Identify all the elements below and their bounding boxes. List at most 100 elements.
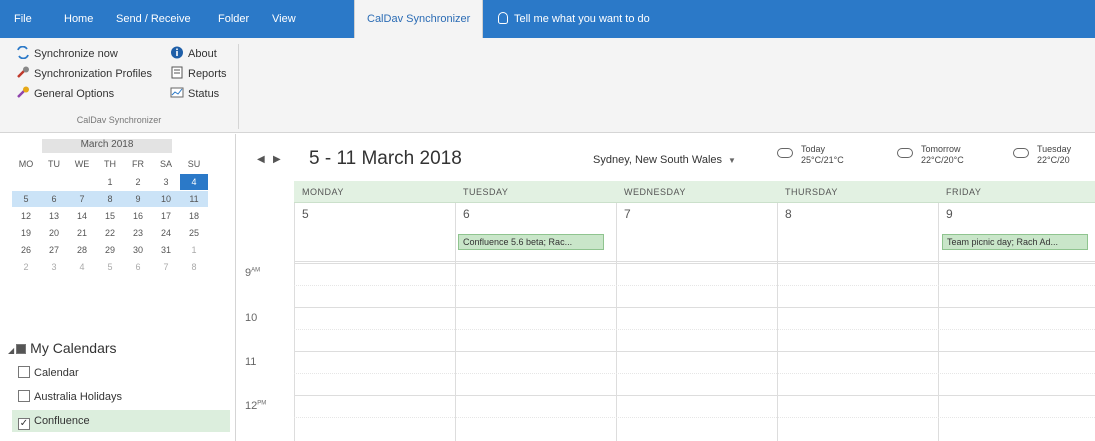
hour-label: 11 — [245, 356, 257, 368]
mini-day-today[interactable]: 4 — [180, 174, 208, 190]
mini-calendar-week-selected: 5 6 7 8 9 10 11 — [12, 191, 208, 207]
status-button[interactable]: Status — [170, 86, 219, 101]
mini-day[interactable]: 15 — [96, 208, 124, 224]
mini-day-other-month[interactable]: 6 — [124, 259, 152, 275]
calendar-item-australia-holidays[interactable]: Australia Holidays — [18, 386, 236, 408]
mini-day[interactable]: 29 — [96, 242, 124, 258]
mini-day[interactable]: 7 — [68, 191, 96, 207]
tab-folder[interactable]: Folder — [218, 0, 249, 38]
mini-day[interactable]: 16 — [124, 208, 152, 224]
mini-day[interactable]: 24 — [152, 225, 180, 241]
mini-day[interactable]: 2 — [124, 174, 152, 190]
checkbox[interactable] — [18, 390, 30, 402]
all-day-row: 5 6 7 8 9 Confluence 5.6 beta; Rac... Te… — [294, 203, 1095, 262]
mini-day[interactable]: 12 — [12, 208, 40, 224]
mini-day[interactable]: 9 — [124, 191, 152, 207]
half-hour-line — [294, 373, 1095, 374]
mini-day[interactable] — [12, 174, 40, 190]
mini-day[interactable]: 30 — [124, 242, 152, 258]
mini-day-other-month[interactable]: 4 — [68, 259, 96, 275]
hour-line — [294, 351, 1095, 352]
mini-day[interactable]: 21 — [68, 225, 96, 241]
mini-day[interactable]: 25 — [180, 225, 208, 241]
day-number[interactable]: 7 — [616, 207, 631, 221]
mini-day[interactable] — [40, 174, 68, 190]
mini-day[interactable]: 8 — [96, 191, 124, 207]
mini-day[interactable]: 17 — [152, 208, 180, 224]
mini-day[interactable]: 6 — [40, 191, 68, 207]
day-number[interactable]: 8 — [777, 207, 792, 221]
calendar-item-confluence[interactable]: ✓ Confluence — [12, 410, 230, 432]
mini-day-other-month[interactable]: 1 — [180, 242, 208, 258]
mini-day[interactable]: 13 — [40, 208, 68, 224]
location-label: Sydney, New South Wales — [593, 154, 723, 166]
mini-day-other-month[interactable]: 2 — [12, 259, 40, 275]
mini-calendar-weekdays: MO TU WE TH FR SA SU — [12, 156, 212, 172]
mini-day[interactable]: 18 — [180, 208, 208, 224]
mini-day[interactable]: 10 — [152, 191, 180, 207]
synchronization-profiles-button[interactable]: Synchronization Profiles — [16, 66, 152, 81]
location-dropdown[interactable]: Sydney, New South Wales ▼ — [593, 154, 736, 166]
sync-icon — [17, 46, 29, 59]
rain-cloud-icon — [897, 148, 913, 158]
tab-send-receive[interactable]: Send / Receive — [116, 0, 191, 38]
mini-day[interactable]: 1 — [96, 174, 124, 190]
tab-view[interactable]: View — [272, 0, 296, 38]
collapse-arrow-icon[interactable]: ◢ — [8, 346, 14, 355]
my-calendars-header[interactable]: ◢ My Calendars — [8, 340, 117, 356]
cloud-icon — [777, 148, 793, 158]
mini-calendar-title[interactable]: March 2018 — [42, 139, 172, 153]
mini-day[interactable]: 26 — [12, 242, 40, 258]
tab-file[interactable]: File — [14, 0, 32, 38]
hour-label: 10 — [245, 312, 258, 324]
event-team-picnic-day[interactable]: Team picnic day; Rach Ad... — [942, 234, 1088, 250]
mini-day[interactable]: 3 — [152, 174, 180, 190]
about-button[interactable]: About — [170, 46, 217, 61]
hour-line — [294, 307, 1095, 308]
day-header-tuesday[interactable]: TUESDAY — [455, 181, 508, 203]
ribbon-group-label: CalDav Synchronizer — [76, 115, 162, 125]
next-arrow-icon[interactable]: ▶ — [273, 154, 281, 165]
day-header-friday[interactable]: FRIDAY — [938, 181, 981, 203]
lightbulb-icon — [498, 12, 508, 24]
general-options-button[interactable]: General Options — [16, 86, 114, 101]
mini-day-other-month[interactable]: 8 — [180, 259, 208, 275]
mini-day-other-month[interactable]: 7 — [152, 259, 180, 275]
tab-caldav-synchronizer[interactable]: CalDav Synchronizer — [354, 0, 484, 39]
day-header-wednesday[interactable]: WEDNESDAY — [616, 181, 686, 203]
tab-home[interactable]: Home — [64, 0, 93, 38]
weekday-label: TH — [104, 159, 116, 169]
synchronize-now-button[interactable]: Synchronize now — [16, 46, 118, 61]
mini-day[interactable]: 5 — [12, 191, 40, 207]
day-number[interactable]: 5 — [294, 207, 309, 221]
event-confluence-beta[interactable]: Confluence 5.6 beta; Rac... — [458, 234, 604, 250]
grid-divider — [938, 203, 939, 441]
checkbox[interactable] — [18, 366, 30, 378]
mini-day[interactable]: 14 — [68, 208, 96, 224]
mini-day[interactable]: 31 — [152, 242, 180, 258]
reports-button[interactable]: Reports — [170, 66, 227, 81]
mini-day[interactable]: 22 — [96, 225, 124, 241]
day-number[interactable]: 6 — [455, 207, 470, 221]
day-number[interactable]: 9 — [938, 207, 953, 221]
date-navigation: ◀ ▶ — [257, 154, 281, 165]
wrench-icon — [17, 66, 29, 78]
mini-day[interactable]: 11 — [180, 191, 208, 207]
checkbox-checked[interactable]: ✓ — [18, 418, 30, 430]
previous-arrow-icon[interactable]: ◀ — [257, 154, 265, 165]
mini-day-other-month[interactable]: 3 — [40, 259, 68, 275]
calendar-item-calendar[interactable]: Calendar — [18, 362, 236, 384]
mini-day[interactable]: 19 — [12, 225, 40, 241]
day-header-monday[interactable]: MONDAY — [294, 181, 344, 203]
mini-day-other-month[interactable]: 5 — [96, 259, 124, 275]
tell-me-search[interactable]: Tell me what you want to do — [498, 0, 650, 38]
mini-day[interactable] — [68, 174, 96, 190]
mini-day[interactable]: 28 — [68, 242, 96, 258]
mini-day[interactable]: 23 — [124, 225, 152, 241]
synchronize-now-label: Synchronize now — [34, 48, 118, 60]
group-checkbox-icon[interactable] — [16, 344, 27, 354]
mini-day[interactable]: 27 — [40, 242, 68, 258]
mini-calendar-week: 19 20 21 22 23 24 25 — [12, 225, 212, 241]
mini-day[interactable]: 20 — [40, 225, 68, 241]
day-header-thursday[interactable]: THURSDAY — [777, 181, 838, 203]
